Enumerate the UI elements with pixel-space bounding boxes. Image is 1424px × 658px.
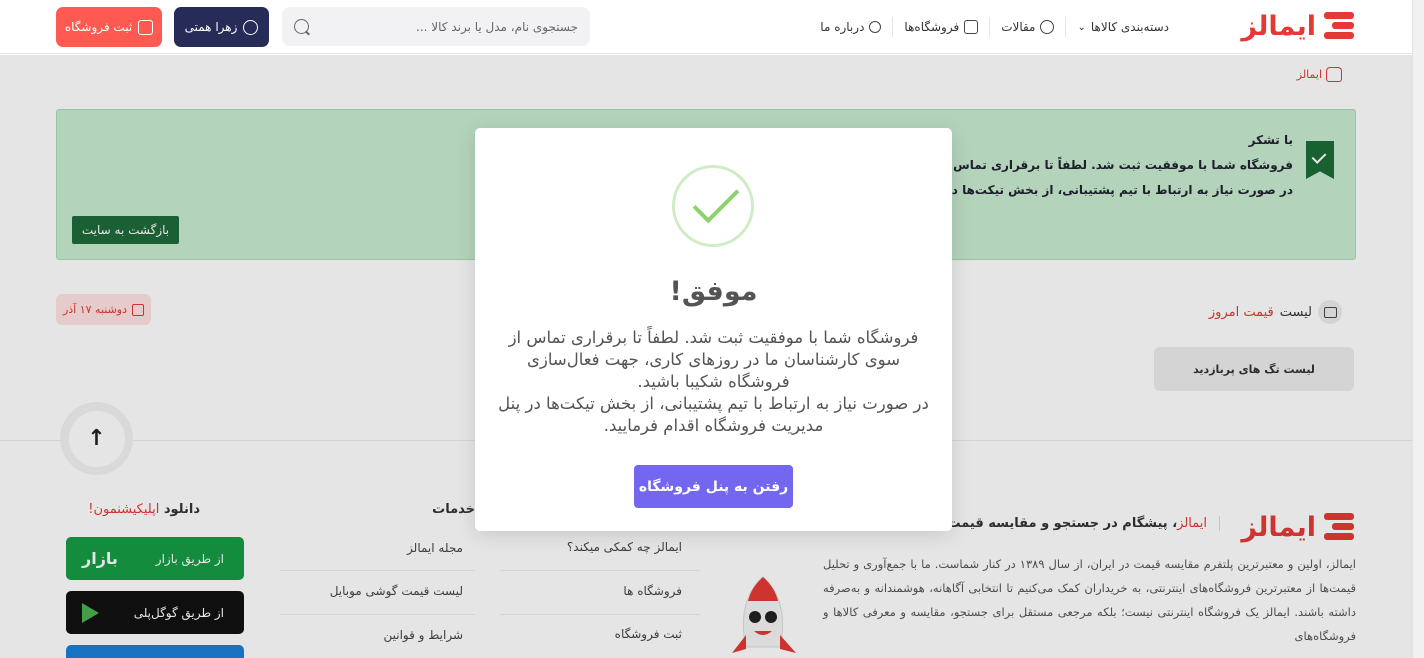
- nav-item-label: مقالات: [1001, 20, 1036, 34]
- search-input[interactable]: [317, 19, 578, 34]
- store-icon: [138, 19, 154, 35]
- store-icon: [964, 20, 979, 34]
- nav-item-label: فروشگاه‌ها: [904, 20, 960, 34]
- nav-item-articles[interactable]: مقالات: [989, 17, 1065, 37]
- page-scrollbar[interactable]: [1412, 0, 1424, 658]
- modal-message: در صورت نیاز به ارتباط با تیم پشتیبانی، …: [498, 394, 929, 435]
- search-icon[interactable]: [294, 19, 309, 34]
- register-store-label: ثبت فروشگاه: [64, 20, 133, 34]
- article-icon: [1040, 20, 1055, 34]
- site-logo[interactable]: ایمالز: [1236, 8, 1354, 44]
- user-icon: [243, 19, 259, 35]
- success-modal: موفق! فروشگاه شما با موفقیت ثبت شد. لطفا…: [475, 128, 952, 531]
- people-icon: [869, 21, 882, 33]
- search-box[interactable]: [282, 7, 590, 46]
- success-check-icon: [672, 165, 754, 247]
- user-account-button[interactable]: زهرا همتی: [174, 7, 269, 47]
- nav-item-label: دسته‌بندی کالاها: [1090, 20, 1169, 34]
- logo-text: ایمالز: [1241, 10, 1317, 42]
- modal-message: فروشگاه شما با موفقیت ثبت شد. لطفاً تا ب…: [508, 328, 919, 391]
- nav-item-categories[interactable]: دسته‌بندی کالاها ⌄: [1065, 17, 1180, 37]
- user-name: زهرا همتی: [184, 20, 238, 34]
- go-to-store-panel-button[interactable]: رفتن به پنل فروشگاه: [634, 465, 793, 508]
- nav-item-stores[interactable]: فروشگاه‌ها: [892, 17, 989, 37]
- nav-item-about[interactable]: درباره ما: [809, 17, 892, 37]
- logo-mark-icon: [1324, 12, 1354, 40]
- main-nav: دسته‌بندی کالاها ⌄ مقالات فروشگاه‌ها درب…: [809, 0, 1180, 54]
- nav-item-label: درباره ما: [820, 20, 865, 34]
- chevron-down-icon: ⌄: [1077, 21, 1086, 33]
- modal-body: فروشگاه شما با موفقیت ثبت شد. لطفاً تا ب…: [495, 327, 932, 437]
- register-store-button[interactable]: ثبت فروشگاه: [56, 7, 162, 47]
- site-header: ایمالز دسته‌بندی کالاها ⌄ مقالات فروشگاه…: [0, 0, 1412, 54]
- modal-title: موفق!: [669, 276, 758, 307]
